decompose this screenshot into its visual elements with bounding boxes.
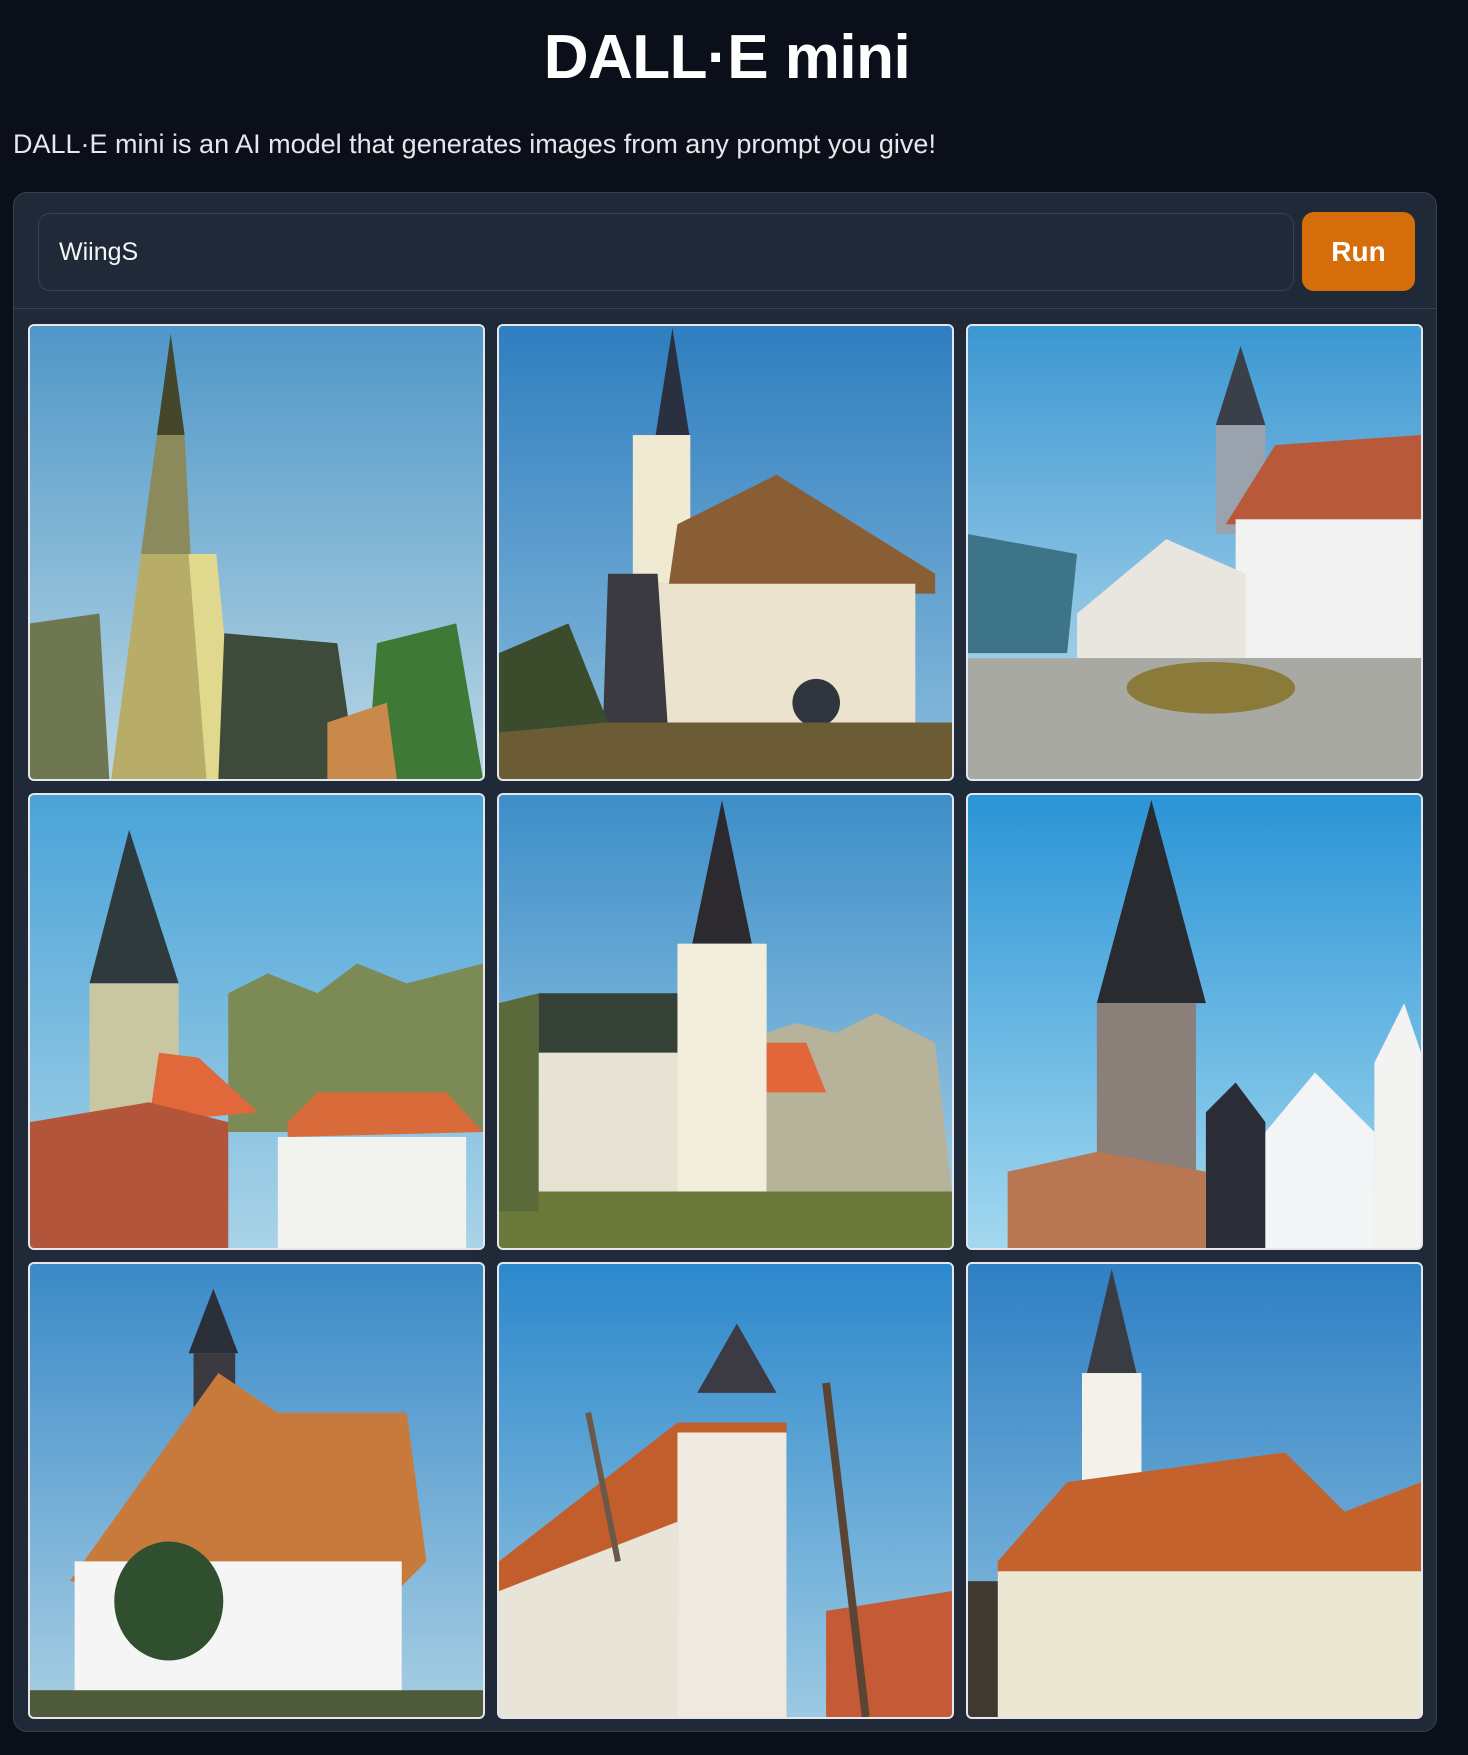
generated-image-8[interactable]: [497, 1262, 954, 1719]
generated-image-2[interactable]: [497, 324, 954, 781]
prompt-row: Run: [14, 193, 1436, 309]
generated-image-5[interactable]: [497, 793, 954, 1250]
dalle-mini-page: DALL·E mini DALL·E mini is an AI model t…: [0, 0, 1468, 1755]
run-button[interactable]: Run: [1302, 212, 1415, 291]
image-gallery: [28, 324, 1423, 1719]
generated-image-7[interactable]: [28, 1262, 485, 1719]
generator-panel: Run: [13, 192, 1437, 1732]
generated-image-4[interactable]: [28, 793, 485, 1250]
page-title: DALL·E mini: [543, 23, 911, 92]
generated-image-1[interactable]: [28, 324, 485, 781]
generated-image-9[interactable]: [966, 1262, 1423, 1719]
page-description: DALL·E mini is an AI model that generate…: [13, 129, 936, 159]
generated-image-6[interactable]: [966, 793, 1423, 1250]
prompt-input[interactable]: [38, 213, 1294, 291]
generated-image-3[interactable]: [966, 324, 1423, 781]
